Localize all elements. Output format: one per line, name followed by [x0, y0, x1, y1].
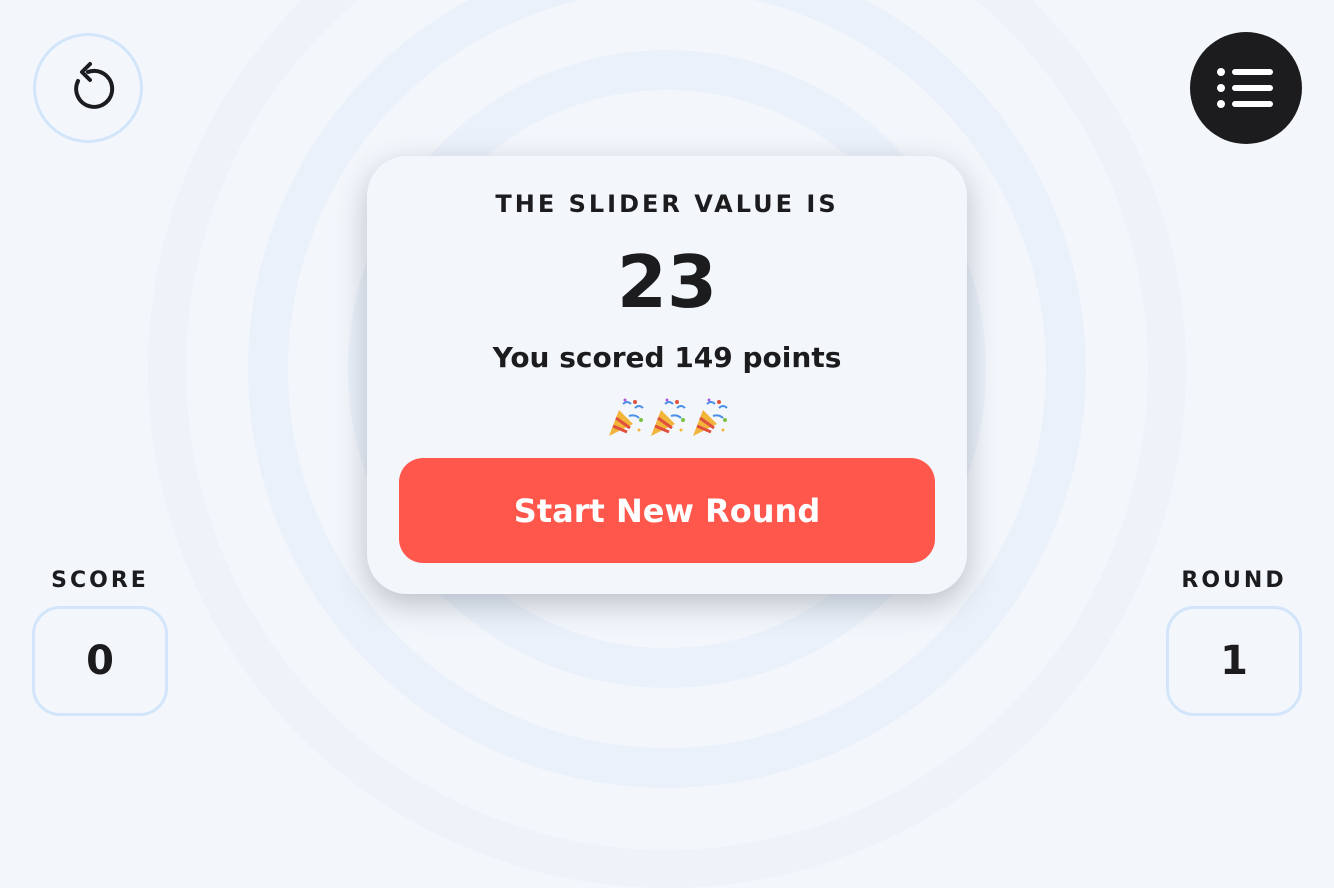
party-popper-icon: [693, 398, 728, 436]
celebration-emojis: [0, 398, 1334, 438]
slider-value: 23: [616, 240, 718, 324]
leaderboard-button[interactable]: [1190, 32, 1302, 144]
start-new-round-button[interactable]: Start New Round: [399, 458, 935, 563]
party-popper-icon: [651, 398, 686, 436]
party-popper-icon: [609, 398, 644, 436]
score-value: 0: [32, 606, 168, 716]
list-icon: [1217, 68, 1273, 108]
restart-button[interactable]: [33, 33, 143, 143]
round-label: ROUND: [1181, 568, 1287, 593]
restart-icon: [74, 62, 115, 109]
score-label: SCORE: [51, 568, 149, 593]
round-value: 1: [1166, 606, 1302, 716]
slider-value-label: THE SLIDER VALUE IS: [495, 190, 839, 218]
score-message: You scored 149 points: [492, 341, 842, 374]
